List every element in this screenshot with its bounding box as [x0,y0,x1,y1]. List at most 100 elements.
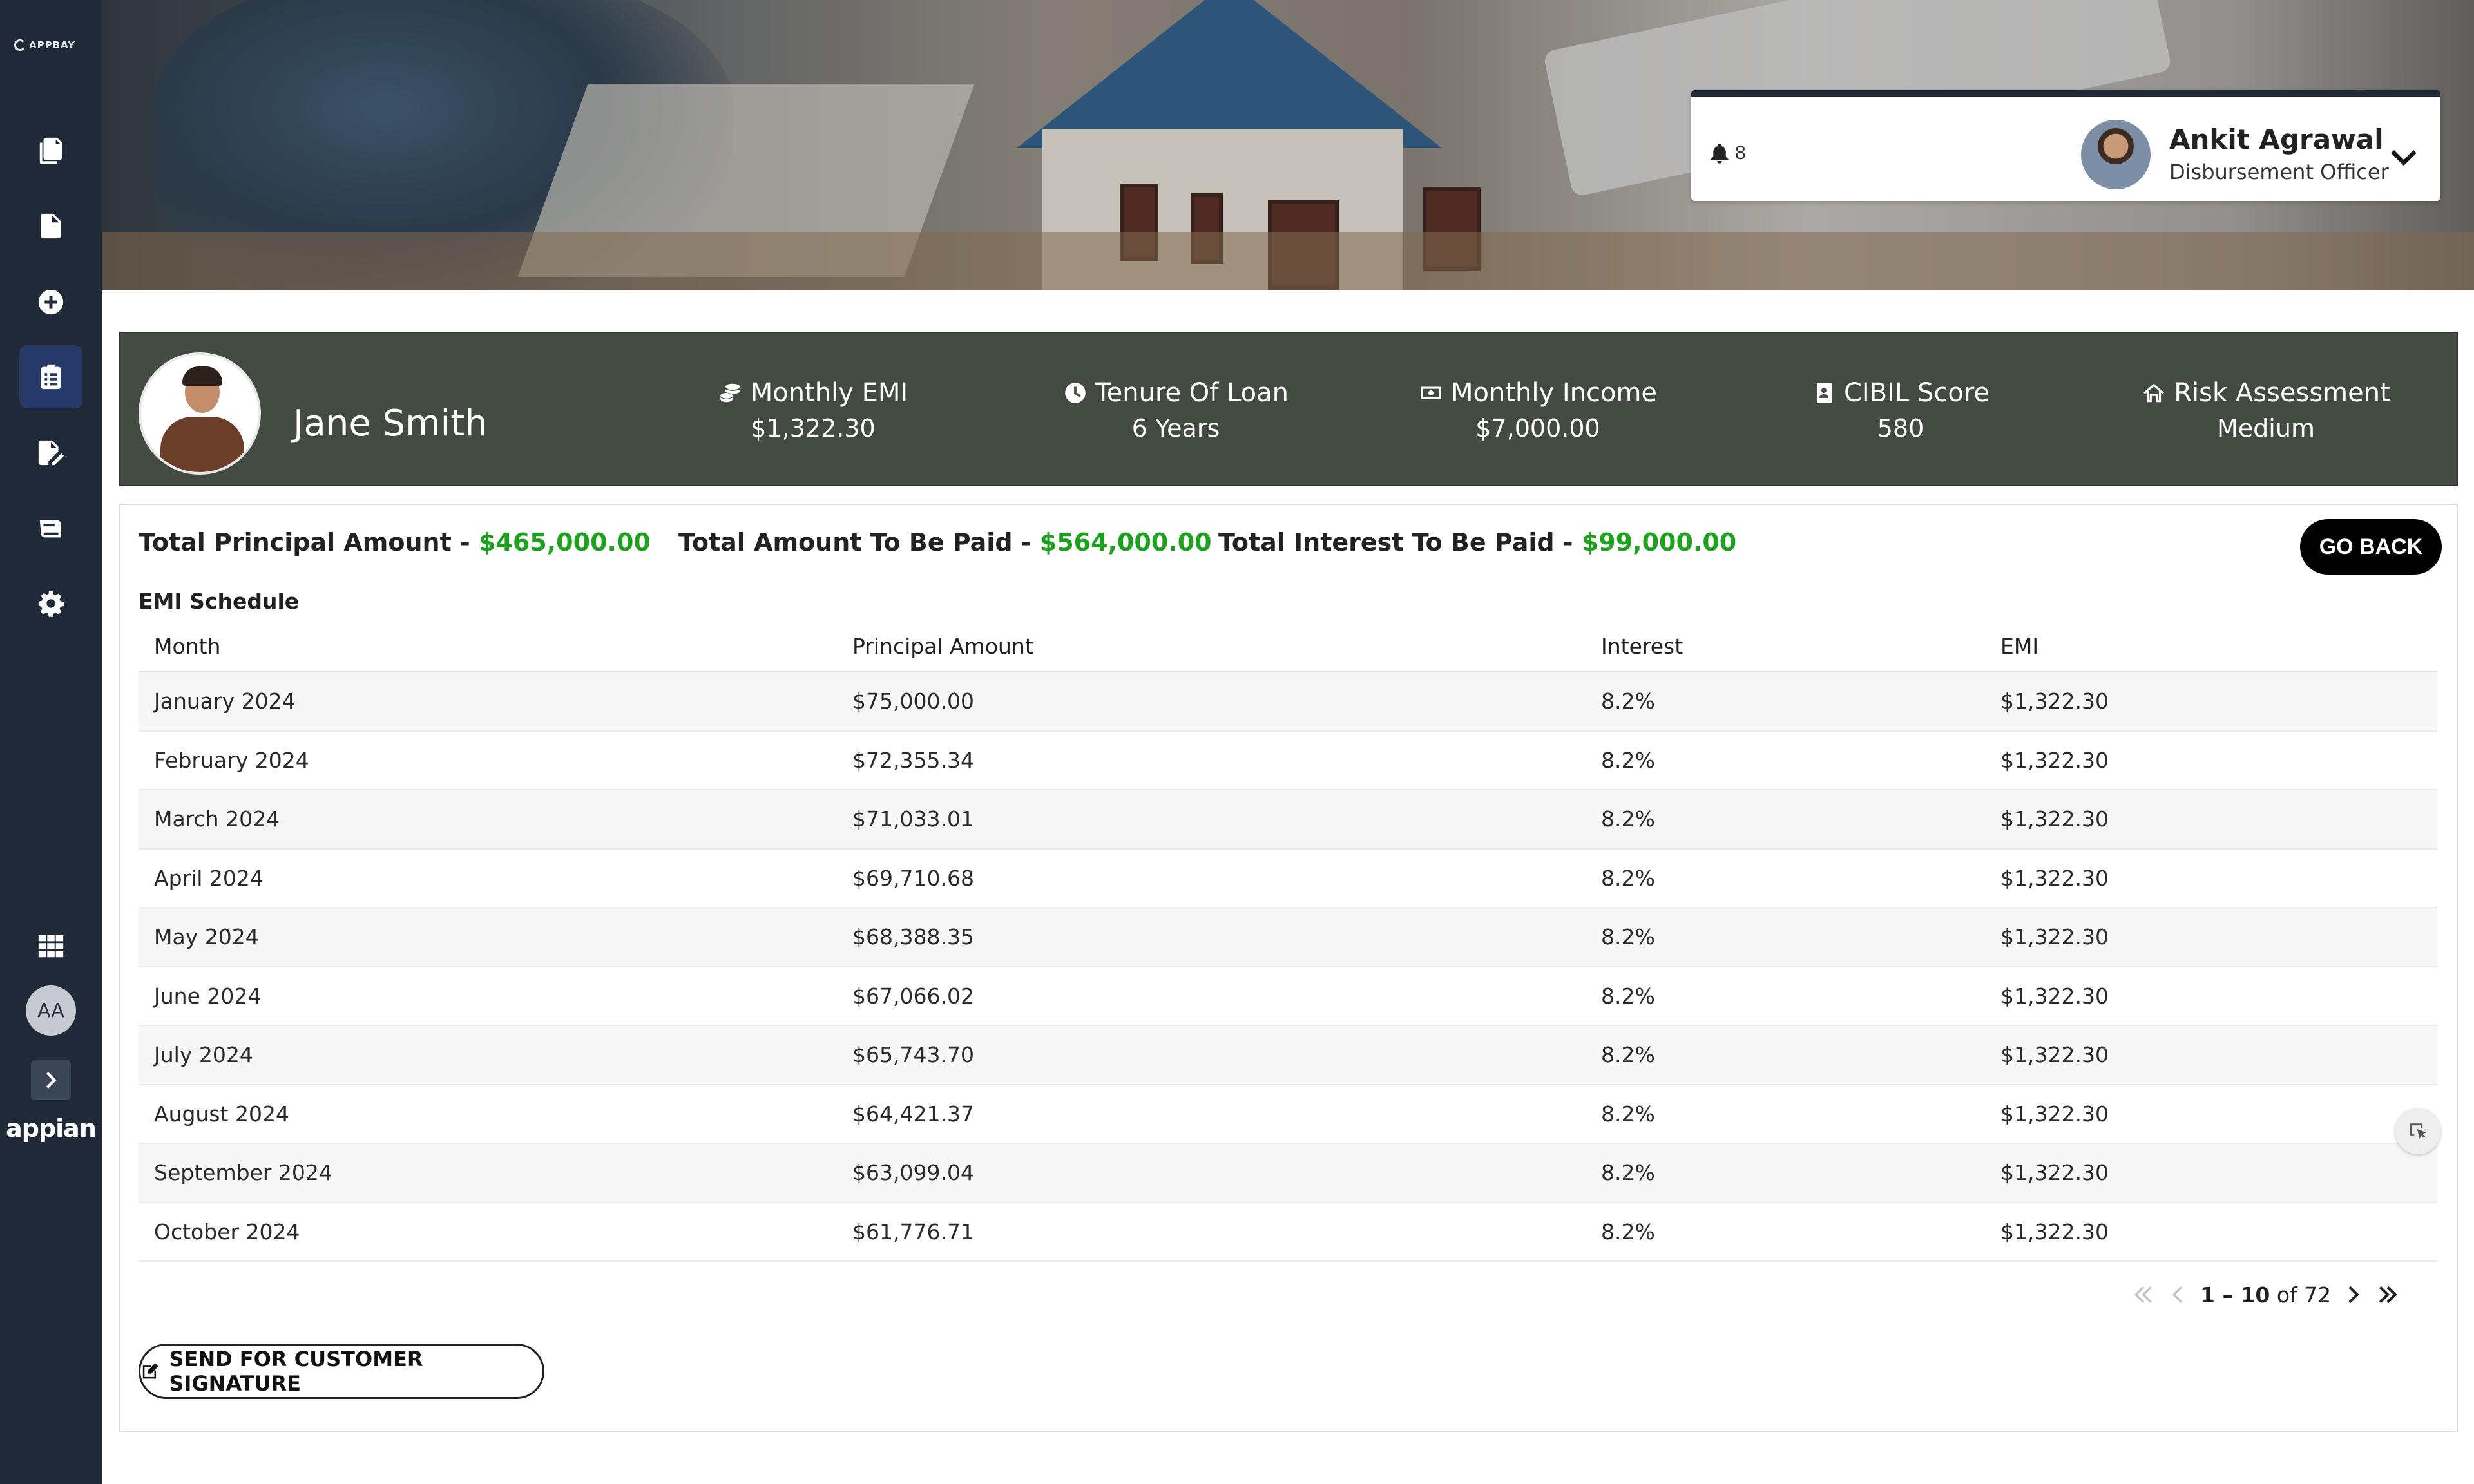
table-row: April 2024 $69,710.68 8.2% $1,322.30 [139,850,2437,908]
plus-circle-icon [38,289,64,315]
current-user-avatar[interactable]: AA [26,985,76,1036]
sidebar: APPBAY AA appian [0,0,102,1484]
coins-icon [720,383,740,403]
table-row: October 2024 $61,776.71 8.2% $1,322.30 [139,1203,2437,1262]
table-row: August 2024 $64,421.37 8.2% $1,322.30 [139,1085,2437,1144]
go-back-button[interactable]: GO BACK [2300,519,2442,575]
metric-value: Medium [2217,414,2315,442]
cell-month: September 2024 [154,1160,332,1186]
table-row: February 2024 $72,355.34 8.2% $1,322.30 [139,732,2437,790]
metric-value: 580 [1877,414,1924,442]
user-avatar[interactable] [2081,120,2151,189]
expand-sidebar-button[interactable] [31,1060,71,1100]
emi-schedule-card: Total Principal Amount - $465,000.00 Tot… [119,504,2458,1432]
cell-emi: $1,322.30 [2000,1219,2109,1244]
nav-documents[interactable] [19,119,82,182]
cell-interest: 8.2% [1601,747,1655,773]
total-amount: Total Amount To Be Paid - $564,000.00 [678,528,1218,556]
nav-add[interactable] [19,271,82,334]
bell-icon [1711,144,1729,164]
cell-emi: $1,322.30 [2000,924,2109,950]
nav-settings[interactable] [19,572,82,635]
table-row: July 2024 $65,743.70 8.2% $1,322.30 [139,1026,2437,1085]
notifications-button[interactable]: 8 [1708,142,1746,165]
cell-month: March 2024 [154,806,280,832]
metric-value: $7,000.00 [1475,414,1600,442]
loan-totals: Total Principal Amount - $465,000.00 Tot… [139,528,1736,556]
cell-interest: 8.2% [1601,1219,1655,1244]
address-book-icon [1816,383,1832,403]
grid-icon [38,935,64,958]
cell-interest: 8.2% [1601,983,1655,1009]
send-for-signature-button[interactable]: SEND FOR CUSTOMER SIGNATURE [139,1344,544,1399]
metric-label: Monthly EMI [750,378,908,408]
cell-emi: $1,322.30 [2000,865,2109,891]
metric-label: Monthly Income [1450,378,1658,408]
column-header-month[interactable]: Month [139,634,837,659]
table-row: May 2024 $68,388.35 8.2% $1,322.30 [139,908,2437,967]
logo-text: APPBAY [29,39,76,51]
clock-icon [1065,383,1086,403]
page-range: 1 – 10 [2200,1282,2270,1308]
cell-principal: $72,355.34 [852,747,974,773]
metric-risk-assessment: Risk Assessment Medium [2131,378,2401,442]
cell-principal: $71,033.01 [852,806,974,832]
chevron-right-icon [46,1072,57,1089]
cell-interest: 8.2% [1601,1101,1655,1127]
metric-monthly-income: Monthly Income $7,000.00 [1403,378,1673,442]
metric-label: CIBIL Score [1844,378,1990,408]
cell-emi: $1,322.30 [2000,806,2109,832]
page-total: of 72 [2270,1282,2332,1308]
cell-month: October 2024 [154,1219,300,1244]
column-header-emi[interactable]: EMI [1985,634,2437,659]
table-row: March 2024 $71,033.01 8.2% $1,322.30 [139,790,2437,850]
app-logo[interactable]: APPBAY [14,32,85,58]
nav-clipboard[interactable] [19,345,82,408]
cursor-select-icon [2410,1123,2426,1139]
total-principal-label: Total Principal Amount - [139,528,479,556]
table-header: Month Principal Amount Interest EMI [139,621,2437,672]
column-header-interest[interactable]: Interest [1586,634,1985,659]
total-interest: Total Interest To Be Paid - $99,000.00 [1218,528,1736,556]
cell-principal: $63,099.04 [852,1160,974,1186]
total-interest-value: $99,000.00 [1581,528,1737,556]
total-principal-value: $465,000.00 [478,528,651,556]
cell-interest: 8.2% [1601,1042,1655,1068]
cell-interest: 8.2% [1601,924,1655,950]
cell-month: August 2024 [154,1101,289,1127]
floating-action-button[interactable] [2395,1109,2440,1154]
emi-schedule-title: EMI Schedule [139,589,300,614]
book-icon [39,520,61,538]
logo-mark-icon [14,39,26,51]
cell-principal: $68,388.35 [852,924,974,950]
nav-book[interactable] [19,497,82,560]
notification-count: 8 [1735,142,1746,164]
chevron-down-icon[interactable] [2387,140,2421,174]
user-menu-card: 8 Ankit Agrawal Disbursement Officer [1691,90,2440,201]
cell-principal: $75,000.00 [852,689,974,714]
cell-month: April 2024 [154,865,264,891]
page-range-text: 1 – 10 of 72 [2200,1282,2331,1308]
metric-monthly-emi: Monthly EMI $1,322.30 [678,378,948,442]
cell-interest: 8.2% [1601,1160,1655,1186]
metric-label: Tenure Of Loan [1095,378,1289,408]
column-header-principal[interactable]: Principal Amount [837,634,1586,659]
clipboard-icon [41,364,61,390]
last-page-icon[interactable] [2375,1282,2401,1308]
cell-emi: $1,322.30 [2000,689,2109,714]
cell-principal: $61,776.71 [852,1219,974,1244]
cell-interest: 8.2% [1601,865,1655,891]
cell-interest: 8.2% [1601,689,1655,714]
first-page-icon[interactable] [2131,1282,2156,1308]
nav-edit-document[interactable] [19,421,82,484]
next-page-icon[interactable] [2340,1282,2366,1308]
user-name: Ankit Agrawal [2169,124,2384,155]
cell-emi: $1,322.30 [2000,747,2109,773]
emi-schedule-table: Month Principal Amount Interest EMI Janu… [139,621,2437,1262]
pagination: 1 – 10 of 72 [2131,1282,2401,1308]
prev-page-icon[interactable] [2165,1282,2191,1308]
house-icon [2143,383,2165,403]
nav-apps[interactable] [19,915,82,978]
nav-file[interactable] [19,195,82,258]
cell-principal: $65,743.70 [852,1042,974,1068]
